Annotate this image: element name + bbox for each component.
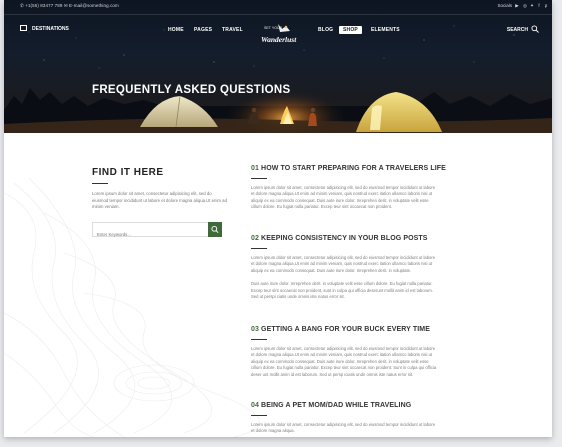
faq-answer: Lorem ipsum dolor sit amet, consectetur … xyxy=(251,255,436,273)
faq-item: 02 KEEPING CONSISTENCY IN YOUR BLOG POST… xyxy=(251,235,441,300)
keyword-search-input[interactable] xyxy=(93,228,205,241)
faq-divider xyxy=(251,339,267,340)
instagram-icon[interactable]: ◎ xyxy=(522,3,528,9)
map-icon xyxy=(20,25,27,31)
faq-divider xyxy=(251,178,267,179)
faq-content: FIND IT HERE Lorem ipsum dolor sit amet,… xyxy=(4,133,552,437)
faq-answer: Lorem ipsum dolor sit amet, consectetur … xyxy=(251,346,437,377)
browser-frame: ✆ +1(55) 83477 789 ✉ E-mail@something.co… xyxy=(4,0,552,437)
faq-item: 04 BEING A PET MOM/DAD WHILE TRAVELING L… xyxy=(251,402,441,435)
pinterest-icon[interactable]: p xyxy=(543,3,549,9)
wanderlust-logo[interactable]: SET YOUR Wanderlust xyxy=(258,20,298,54)
search-icon[interactable] xyxy=(531,25,539,33)
faq-question[interactable]: 02 KEEPING CONSISTENCY IN YOUR BLOG POST… xyxy=(251,235,441,242)
socials-label: Socials xyxy=(497,3,512,8)
faq-answer: Duis aute irure dolor. Inreprehen derit.… xyxy=(251,281,433,300)
page-title: FREQUENTLY ASKED QUESTIONS xyxy=(92,84,291,96)
faq-question[interactable]: 01 HOW TO START PREPARING FOR A TRAVELER… xyxy=(251,165,446,172)
faq-divider xyxy=(251,415,267,416)
search-link[interactable]: SEARCH xyxy=(507,27,528,33)
sidebar-text: Lorem ipsum dolor sit amet, consectetur … xyxy=(92,191,227,210)
hero-section: ✆ +1(55) 83477 789 ✉ E-mail@something.co… xyxy=(4,0,552,133)
faq-answer: Lorem ipsum dolor sit amet, consectetur … xyxy=(251,422,436,434)
sidebar-divider xyxy=(92,183,108,184)
youtube-icon[interactable]: ▶ xyxy=(514,3,520,9)
search-icon xyxy=(211,225,219,234)
top-bar: ✆ +1(55) 83477 789 ✉ E-mail@something.co… xyxy=(4,0,552,15)
nav-item-home[interactable]: HOME xyxy=(168,27,184,33)
facebook-icon[interactable]: f xyxy=(536,3,542,9)
nav-item-shop[interactable]: SHOP xyxy=(339,26,362,34)
nav-item-travel[interactable]: TRAVEL xyxy=(222,27,243,33)
search-submit-button[interactable] xyxy=(208,222,222,237)
faq-question[interactable]: 04 BEING A PET MOM/DAD WHILE TRAVELING xyxy=(251,402,441,409)
faq-item: 03 GETTING A BANG FOR YOUR BUCK EVERY TI… xyxy=(251,326,441,378)
faq-item: 01 HOW TO START PREPARING FOR A TRAVELER… xyxy=(251,165,446,211)
faq-divider xyxy=(251,248,267,249)
faq-answer: Lorem ipsum dolor sit amet, consectetur … xyxy=(251,185,436,210)
svg-text:Wanderlust: Wanderlust xyxy=(261,35,297,44)
destinations-link[interactable]: DESTINATIONS xyxy=(32,26,69,32)
nav-item-elements[interactable]: ELEMENTS xyxy=(371,27,400,33)
nav-item-blog[interactable]: BLOG xyxy=(318,27,333,33)
sidebar-search xyxy=(92,222,220,241)
sidebar-title: FIND IT HERE xyxy=(92,167,164,178)
contact-info: ✆ +1(55) 83477 789 ✉ E-mail@something.co… xyxy=(20,3,119,8)
twitter-icon[interactable]: ✦ xyxy=(529,3,535,9)
faq-question[interactable]: 03 GETTING A BANG FOR YOUR BUCK EVERY TI… xyxy=(251,326,441,333)
nav-item-pages[interactable]: PAGES xyxy=(194,27,212,33)
main-nav: DESTINATIONS HOME PAGES TRAVEL SET YOUR … xyxy=(4,14,552,48)
